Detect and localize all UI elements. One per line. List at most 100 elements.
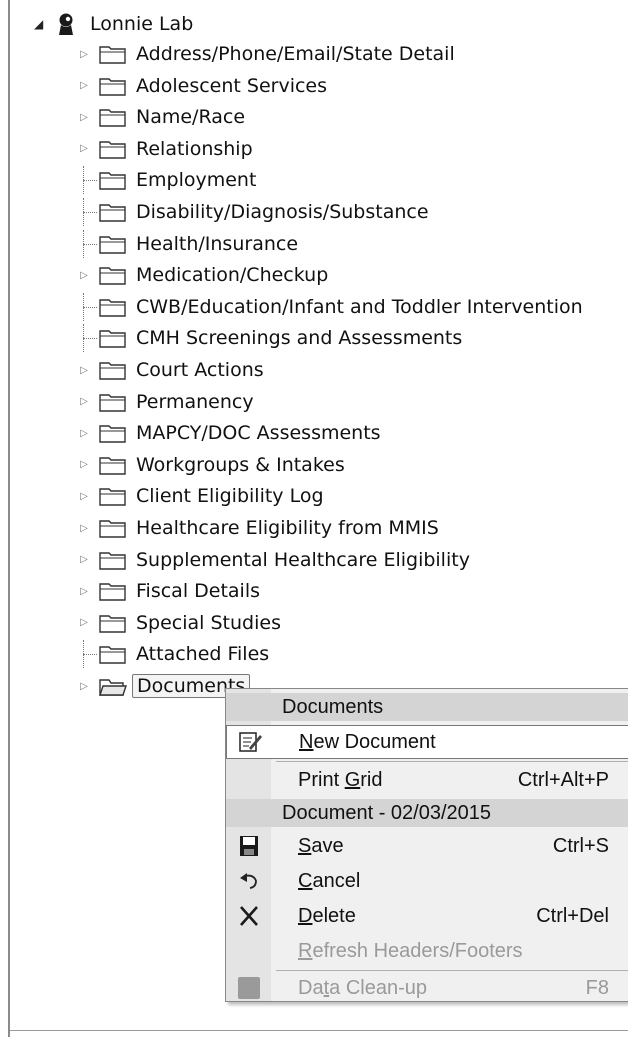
tree-item-label: Supplemental Healthcare Eligibility [136,548,470,571]
tree-item[interactable]: ▷ Address/Phone/Email/State Detail [78,40,455,68]
tree-item[interactable]: ▷ Relationship [78,135,253,163]
tree-connector [78,324,97,353]
menu-item-cancel[interactable]: Cancel [226,864,628,898]
tree-item[interactable]: ▷ Healthcare Eligibility from MMIS [78,514,439,542]
tree-item[interactable]: ▷ Name/Race [78,103,245,131]
tree-item[interactable]: Health/Insurance [78,229,299,258]
tree-item-label: Client Eligibility Log [136,485,324,508]
menu-item-print-grid[interactable]: Print Grid Ctrl+Alt+P [226,763,628,797]
folder-icon [99,172,126,191]
expand-arrow-icon[interactable]: ▷ [78,427,90,439]
folder-icon [99,583,126,601]
folder-icon [99,141,126,159]
tree-item[interactable]: CWB/Education/Infant and Toddler Interve… [78,292,583,321]
expand-arrow-icon[interactable]: ▷ [78,554,90,566]
folder-icon [99,299,126,317]
tree-connector [78,292,97,321]
tree-item[interactable]: Disability/Diagnosis/Substance [78,198,429,226]
expand-arrow-icon[interactable]: ▷ [78,364,90,376]
tree-connector [78,640,97,669]
menu-separator [276,761,628,762]
folder-icon [99,330,126,349]
tree-item[interactable]: ▷ Client Eligibility Log [78,482,324,510]
tree-item-label: Permanency [136,390,254,413]
menu-shortcut: Ctrl+Alt+P [517,768,609,791]
tree-item[interactable]: ▷ Supplemental Healthcare Eligibility [78,546,470,574]
tree-connector [78,229,97,258]
menu-shortcut: Ctrl+S [552,834,609,857]
tree-item-label: Medication/Checkup [136,264,329,287]
tree-item[interactable]: ▷ Adolescent Services [78,72,327,100]
expand-arrow-icon[interactable]: ▷ [78,396,90,408]
tree-item[interactable]: ▷ Special Studies [78,609,281,637]
menu-shortcut: F8 [585,976,609,999]
menu-item-new-document[interactable]: New Document [226,725,628,759]
expand-arrow-icon[interactable]: ▷ [78,617,90,629]
tree-item-label: Workgroups & Intakes [136,453,345,476]
menu-shortcut: Ctrl+Del [536,904,609,927]
menu-label: Data Clean-up [298,976,427,999]
expand-arrow-icon[interactable]: ▷ [78,459,90,471]
folder-icon [99,520,126,538]
folder-icon [99,267,126,285]
tree-root-node[interactable]: ◢ Lonnie Lab [34,10,193,38]
menu-section-documents: Documents [226,693,628,721]
tree-connector [78,198,97,226]
person-icon [59,13,73,35]
menu-item-refresh-headers-footers[interactable]: Refresh Headers/Footers [226,934,628,968]
expand-arrow-icon[interactable]: ▷ [78,48,90,60]
folder-icon [99,457,126,475]
folder-icon [99,646,126,665]
collapse-arrow-icon[interactable]: ◢ [34,17,50,31]
menu-label: Print Grid [298,768,383,791]
tree-item-label: MAPCY/DOC Assessments [136,422,381,445]
tree-item[interactable]: CMH Screenings and Assessments [78,324,462,353]
tree-item[interactable]: ▷ Court Actions [78,356,264,384]
expand-arrow-icon[interactable]: ▷ [78,522,90,534]
context-menu: Documents New Document Print Grid Ctrl+A… [225,688,628,1002]
folder-icon [99,615,126,633]
expand-arrow-icon[interactable]: ▷ [78,80,90,92]
menu-item-delete[interactable]: Delete Ctrl+Del [226,899,628,933]
tree-root-label: Lonnie Lab [90,13,194,35]
folder-icon [99,109,126,127]
edit-document-icon [238,732,262,752]
tree-item[interactable]: Employment [78,166,257,195]
tree-item-label: Special Studies [136,611,281,634]
tree-item[interactable]: ▷ Fiscal Details [78,577,260,605]
tree-item-label: Court Actions [136,359,264,381]
tree-item-label: Name/Race [136,106,246,129]
panel-bottom-border [10,1030,628,1031]
tree-item[interactable]: ▷ Permanency [78,388,254,416]
tree-item[interactable]: ▷ Workgroups & Intakes [78,451,345,479]
expand-arrow-icon[interactable]: ▷ [78,111,90,123]
menu-label: Delete [298,904,356,927]
menu-label: Refresh Headers/Footers [298,939,523,962]
folder-icon [99,46,126,64]
folder-icon [99,393,126,412]
menu-item-data-clean-up[interactable]: Data Clean-up F8 [226,971,628,1005]
menu-item-save[interactable]: Save Ctrl+S [226,829,628,863]
tree-item[interactable]: Attached Files [78,640,269,669]
expand-arrow-icon[interactable]: ▷ [78,143,90,155]
menu-label: New Document [299,730,436,753]
expand-arrow-icon[interactable]: ▷ [78,585,90,597]
menu-section-label: Document - 02/03/2015 [282,801,492,824]
save-icon [239,836,258,856]
folder-icon [99,362,126,380]
menu-label: Cancel [298,869,361,892]
expand-arrow-icon[interactable]: ▷ [78,269,90,281]
folder-icon [99,425,126,443]
menu-label: Save [298,834,344,857]
expand-arrow-icon[interactable]: ▷ [78,680,90,692]
tree-item[interactable]: ▷ MAPCY/DOC Assessments [78,419,381,447]
tree-item-label: Adolescent Services [136,74,328,97]
tree-item-label: Healthcare Eligibility from MMIS [136,517,439,539]
tree-item[interactable]: ▷ Medication/Checkup [78,261,328,289]
tree-item-label: Fiscal Details [136,580,261,603]
tree-connector [78,166,97,195]
tree-item-label: Health/Insurance [136,232,299,255]
tree-item-label: Address/Phone/Email/State Detail [136,43,455,65]
expand-arrow-icon[interactable]: ▷ [78,490,90,502]
tree-item-label: Employment [136,169,257,192]
